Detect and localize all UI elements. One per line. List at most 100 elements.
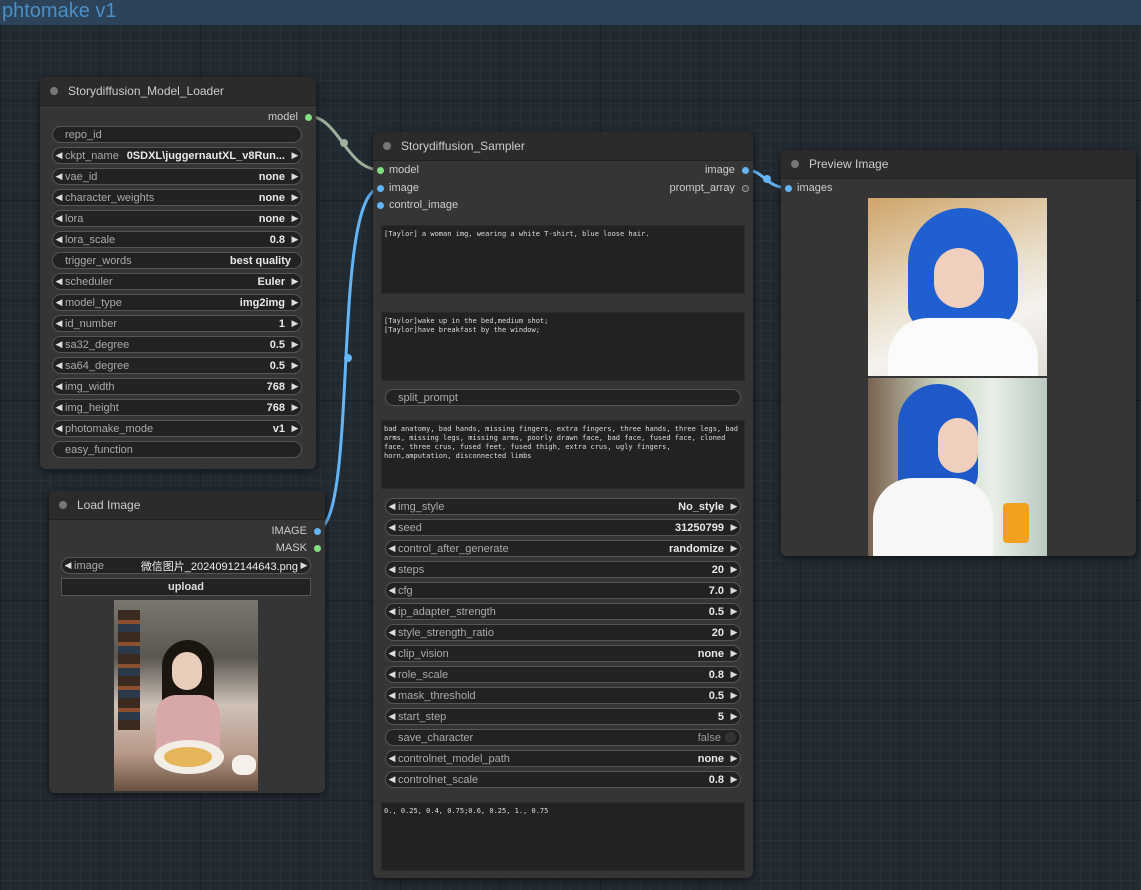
sa64-degree-widget[interactable]: ◀ sa64_degree 0.5 ▶ bbox=[52, 357, 302, 374]
arrow-right-icon[interactable]: ▶ bbox=[728, 585, 740, 596]
arrow-right-icon[interactable]: ▶ bbox=[728, 522, 740, 533]
arrow-right-icon[interactable]: ▶ bbox=[289, 297, 301, 308]
arrow-left-icon[interactable]: ◀ bbox=[62, 560, 74, 571]
photomake-mode-widget[interactable]: ◀ photomake_mode v1 ▶ bbox=[52, 420, 302, 437]
arrow-right-icon[interactable]: ▶ bbox=[289, 213, 301, 224]
arrow-right-icon[interactable]: ▶ bbox=[728, 564, 740, 575]
input-pin-icon[interactable] bbox=[377, 201, 384, 209]
node-title-bar[interactable]: Storydiffusion_Model_Loader bbox=[40, 77, 316, 106]
node-title-bar[interactable]: Load Image bbox=[49, 491, 325, 520]
arrow-left-icon[interactable]: ◀ bbox=[53, 423, 65, 434]
arrow-left-icon[interactable]: ◀ bbox=[386, 585, 398, 596]
arrow-right-icon[interactable]: ▶ bbox=[728, 774, 740, 785]
collapse-dot-icon[interactable] bbox=[383, 142, 391, 150]
preview-image-node[interactable]: Preview Image images bbox=[781, 150, 1136, 556]
arrow-left-icon[interactable]: ◀ bbox=[53, 381, 65, 392]
output-pin-icon[interactable] bbox=[305, 113, 312, 121]
node-title-bar[interactable]: Preview Image bbox=[781, 150, 1136, 179]
arrow-right-icon[interactable]: ▶ bbox=[728, 669, 740, 680]
input-pin-icon[interactable] bbox=[785, 184, 792, 192]
arrow-left-icon[interactable]: ◀ bbox=[386, 669, 398, 680]
arrow-right-icon[interactable]: ▶ bbox=[289, 276, 301, 287]
id-number-widget[interactable]: ◀ id_number 1 ▶ bbox=[52, 315, 302, 332]
arrow-left-icon[interactable]: ◀ bbox=[386, 522, 398, 533]
start-step-widget[interactable]: ◀ start_step 5 ▶ bbox=[385, 708, 741, 725]
group-title[interactable]: phtomake v1 bbox=[0, 0, 1141, 25]
arrow-left-icon[interactable]: ◀ bbox=[53, 402, 65, 413]
arrow-left-icon[interactable]: ◀ bbox=[386, 774, 398, 785]
clip-vision-widget[interactable]: ◀ clip_vision none ▶ bbox=[385, 645, 741, 662]
node-title-bar[interactable]: Storydiffusion_Sampler bbox=[373, 132, 753, 161]
arrow-right-icon[interactable]: ▶ bbox=[289, 402, 301, 413]
arrow-right-icon[interactable]: ▶ bbox=[298, 560, 310, 571]
character-prompt-textarea[interactable]: [Taylor] a woman img, wearing a white T-… bbox=[381, 225, 745, 294]
arrow-right-icon[interactable]: ▶ bbox=[289, 234, 301, 245]
upload-button[interactable]: upload bbox=[61, 578, 311, 596]
repo-id-widget[interactable]: repo_id bbox=[52, 126, 302, 143]
arrow-right-icon[interactable]: ▶ bbox=[289, 192, 301, 203]
collapse-dot-icon[interactable] bbox=[50, 87, 58, 95]
arrow-right-icon[interactable]: ▶ bbox=[289, 360, 301, 371]
arrow-left-icon[interactable]: ◀ bbox=[386, 627, 398, 638]
control-after-generate-widget[interactable]: ◀ control_after_generate randomize ▶ bbox=[385, 540, 741, 557]
arrow-left-icon[interactable]: ◀ bbox=[53, 192, 65, 203]
arrow-right-icon[interactable]: ▶ bbox=[289, 381, 301, 392]
controlnet-scale-widget[interactable]: ◀ controlnet_scale 0.8 ▶ bbox=[385, 771, 741, 788]
toggle-knob-icon[interactable] bbox=[725, 732, 736, 743]
scheduler-widget[interactable]: ◀ scheduler Euler ▶ bbox=[52, 273, 302, 290]
img-height-widget[interactable]: ◀ img_height 768 ▶ bbox=[52, 399, 302, 416]
sampler-node[interactable]: Storydiffusion_Sampler model image contr… bbox=[373, 132, 753, 878]
arrow-left-icon[interactable]: ◀ bbox=[386, 753, 398, 764]
input-pin-icon[interactable] bbox=[377, 184, 384, 192]
arrow-right-icon[interactable]: ▶ bbox=[728, 753, 740, 764]
trigger-words-widget[interactable]: trigger_words best quality bbox=[52, 252, 302, 269]
collapse-dot-icon[interactable] bbox=[59, 501, 67, 509]
arrow-left-icon[interactable]: ◀ bbox=[53, 318, 65, 329]
output-image[interactable]: image bbox=[705, 163, 749, 177]
output-mask[interactable]: MASK bbox=[276, 541, 321, 555]
arrow-right-icon[interactable]: ▶ bbox=[289, 150, 301, 161]
arrow-right-icon[interactable]: ▶ bbox=[728, 501, 740, 512]
negative-prompt-textarea[interactable]: bad anatomy, bad hands, missing fingers,… bbox=[381, 420, 745, 489]
arrow-left-icon[interactable]: ◀ bbox=[53, 339, 65, 350]
output-pin-icon[interactable] bbox=[314, 544, 321, 552]
arrow-right-icon[interactable]: ▶ bbox=[728, 648, 740, 659]
easy-function-widget[interactable]: easy_function bbox=[52, 441, 302, 458]
output-model[interactable]: model bbox=[268, 110, 312, 124]
save-character-toggle[interactable]: save_character false bbox=[385, 729, 741, 746]
ckpt-name-widget[interactable]: ◀ ckpt_name 0SDXL\juggernautXL_v8Run... ▶ bbox=[52, 147, 302, 164]
style-strength-ratio-widget[interactable]: ◀ style_strength_ratio 20 ▶ bbox=[385, 624, 741, 641]
character-weights-widget[interactable]: ◀ character_weights none ▶ bbox=[52, 189, 302, 206]
model-type-widget[interactable]: ◀ model_type img2img ▶ bbox=[52, 294, 302, 311]
input-pin-icon[interactable] bbox=[377, 166, 384, 174]
arrow-left-icon[interactable]: ◀ bbox=[53, 171, 65, 182]
arrow-right-icon[interactable]: ▶ bbox=[728, 711, 740, 722]
image-select[interactable]: ◀ image 微信图片_20240912144643.png ▶ bbox=[61, 557, 311, 574]
scene-prompts-textarea[interactable]: [Taylor]wake up in the bed,medium shot; … bbox=[381, 312, 745, 381]
img-width-widget[interactable]: ◀ img_width 768 ▶ bbox=[52, 378, 302, 395]
arrow-left-icon[interactable]: ◀ bbox=[386, 501, 398, 512]
arrow-right-icon[interactable]: ▶ bbox=[289, 171, 301, 182]
input-image[interactable]: image bbox=[377, 181, 419, 195]
arrow-right-icon[interactable]: ▶ bbox=[289, 423, 301, 434]
arrow-left-icon[interactable]: ◀ bbox=[386, 711, 398, 722]
arrow-left-icon[interactable]: ◀ bbox=[53, 213, 65, 224]
arrow-right-icon[interactable]: ▶ bbox=[728, 627, 740, 638]
split-prompt-field[interactable]: split_prompt bbox=[385, 389, 741, 406]
arrow-left-icon[interactable]: ◀ bbox=[386, 606, 398, 617]
model-loader-node[interactable]: Storydiffusion_Model_Loader model repo_i… bbox=[40, 77, 316, 469]
arrow-left-icon[interactable]: ◀ bbox=[53, 276, 65, 287]
output-prompt-array[interactable]: prompt_array bbox=[670, 181, 749, 195]
arrow-right-icon[interactable]: ▶ bbox=[289, 318, 301, 329]
arrow-left-icon[interactable]: ◀ bbox=[53, 297, 65, 308]
input-control-image[interactable]: control_image bbox=[377, 198, 458, 212]
input-images[interactable]: images bbox=[785, 181, 832, 195]
input-model[interactable]: model bbox=[377, 163, 419, 177]
load-image-node[interactable]: Load Image IMAGE MASK ◀ image 微信图片_20240… bbox=[49, 491, 325, 793]
cfg-widget[interactable]: ◀ cfg 7.0 ▶ bbox=[385, 582, 741, 599]
seed-widget[interactable]: ◀ seed 31250799 ▶ bbox=[385, 519, 741, 536]
arrow-left-icon[interactable]: ◀ bbox=[386, 648, 398, 659]
output-pin-icon[interactable] bbox=[742, 166, 749, 174]
ip-adapter-strength-widget[interactable]: ◀ ip_adapter_strength 0.5 ▶ bbox=[385, 603, 741, 620]
role-scale-widget[interactable]: ◀ role_scale 0.8 ▶ bbox=[385, 666, 741, 683]
